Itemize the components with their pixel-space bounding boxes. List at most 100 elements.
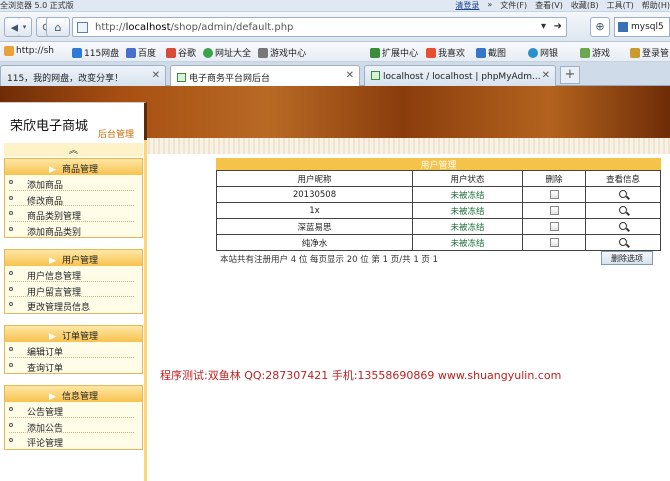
fav-extensions[interactable]: 扩展中心 — [370, 46, 418, 59]
menu-group-users: ▶ 用户管理 用户信息管理 用户留言管理 更改管理员信息 — [4, 249, 143, 314]
bank-icon — [528, 47, 538, 58]
bullet-icon — [9, 407, 13, 411]
fav-google[interactable]: 谷歌 — [166, 46, 196, 59]
fav-login-mgr[interactable]: 登录管 — [630, 46, 669, 59]
tab-115[interactable]: 115，我的网盘，改变分享！ ✕ — [0, 65, 166, 86]
fav-screenshot[interactable]: 截图 — [476, 46, 506, 59]
close-icon[interactable]: ✕ — [346, 70, 354, 81]
group-title[interactable]: ▶ 商品管理 — [5, 159, 142, 175]
fav-bank[interactable]: 网银 — [528, 46, 558, 59]
menu-add-category[interactable]: 添加商品类别 — [9, 222, 134, 238]
delete-checkbox[interactable] — [549, 237, 559, 247]
table-header-row: 用户昵称 用户状态 删除 查看信息 — [216, 170, 661, 187]
globe-icon — [203, 47, 213, 58]
triangle-right-icon: ▶ — [49, 256, 56, 266]
google-icon — [166, 47, 176, 58]
fav-game2[interactable]: 游戏 — [580, 46, 610, 59]
bullet-icon — [9, 347, 13, 351]
menu-login[interactable]: 清登录 — [455, 0, 479, 11]
menu-add-notice[interactable]: 添加公告 — [9, 418, 134, 434]
triangle-right-icon: ▶ — [49, 392, 56, 402]
search-input[interactable]: mysql5 — [614, 17, 670, 37]
cell-nick: 深蓝易思 — [216, 218, 413, 235]
heart-icon — [426, 47, 436, 58]
menu-add-goods[interactable]: 添加商品 — [9, 175, 134, 191]
cell-view — [585, 202, 661, 219]
close-icon[interactable]: ✕ — [152, 70, 160, 81]
magnifier-icon[interactable] — [619, 222, 627, 230]
menu-edit-orders[interactable]: 编辑订单 — [9, 342, 134, 358]
menu-notices[interactable]: 公告管理 — [9, 402, 134, 418]
new-tab-button[interactable]: + — [560, 66, 580, 84]
col-view: 查看信息 — [585, 170, 661, 187]
logo-title: 荣欣电子商城 — [10, 119, 89, 134]
magnifier-icon[interactable] — [619, 238, 627, 246]
table-row: 纯净水 未被冻结 — [216, 234, 661, 251]
menu-group-goods: ▶ 商品管理 添加商品 修改商品 商品类别管理 添加商品类别 — [4, 158, 143, 238]
menu-more[interactable]: » — [487, 0, 492, 11]
menu-edit-goods[interactable]: 修改商品 — [9, 191, 134, 207]
home-icon[interactable]: ⌂ — [46, 17, 70, 37]
cell-delete — [522, 218, 586, 235]
col-nick: 用户昵称 — [216, 170, 413, 187]
cell-status: 未被冻结 — [412, 186, 523, 203]
magnifier-icon[interactable] — [619, 206, 627, 214]
bullet-icon — [9, 286, 13, 291]
page-icon — [77, 22, 88, 33]
browser-menu: 清登录 » 文件(F) 查看(V) 收藏(B) 工具(T) 帮助(H) — [455, 0, 670, 11]
delete-checkbox[interactable] — [549, 205, 559, 215]
bullet-icon — [9, 422, 13, 427]
menu-tools[interactable]: 工具(T) — [607, 0, 634, 11]
group-title[interactable]: ▶ 用户管理 — [5, 250, 142, 266]
delete-checkbox[interactable] — [549, 189, 559, 199]
magnifier-icon[interactable] — [619, 190, 627, 198]
sidebar: ︽ ▶ 商品管理 添加商品 修改商品 商品类别管理 添加商品类别 ▶ 用户管理 用户… — [0, 140, 147, 481]
window-title: 全浏览器 5.0 正式版 — [0, 1, 74, 10]
address-dropdown-icon[interactable]: ▾ — [541, 21, 546, 32]
tab-admin[interactable]: 电子商务平台网后台 ✕ — [170, 65, 360, 87]
tab-phpmyadmin[interactable]: localhost / localhost | phpMyAdm... ✕ — [364, 65, 556, 86]
bullet-icon — [9, 271, 13, 275]
delete-checkbox[interactable] — [549, 221, 559, 231]
grid-icon — [580, 47, 590, 58]
pagination-text: 本站共有注册用户 4 位 每页显示 20 位 第 1 页/共 1 页 1 — [220, 255, 439, 265]
menu-user-messages[interactable]: 用户留言管理 — [9, 282, 134, 298]
menu-user-info[interactable]: 用户信息管理 — [9, 266, 134, 282]
shield-icon[interactable]: ⊕ — [590, 17, 610, 37]
menu-comments[interactable]: 评论管理 — [9, 433, 134, 449]
menu-favorites[interactable]: 收藏(B) — [571, 0, 599, 11]
go-icon[interactable]: ➜ — [554, 21, 562, 32]
logo-subtitle: 后台管理 — [98, 130, 135, 140]
fav-urls[interactable]: 网址大全 — [203, 46, 251, 59]
fav-baidu[interactable]: 百度 — [126, 46, 156, 59]
menu-view[interactable]: 查看(V) — [535, 0, 563, 11]
fav-http-sh[interactable]: http://sh — [4, 46, 54, 56]
bullet-icon — [9, 362, 13, 367]
group-title[interactable]: ▶ 订单管理 — [5, 326, 142, 342]
close-icon[interactable]: ✕ — [542, 70, 550, 81]
table-row: 1x 未被冻结 — [216, 202, 661, 219]
cell-view — [585, 186, 661, 203]
bullet-icon — [9, 180, 13, 184]
bullet-icon — [9, 438, 13, 442]
menu-goods-category[interactable]: 商品类别管理 — [9, 206, 134, 222]
fav-115[interactable]: 115网盘 — [72, 46, 119, 59]
address-text[interactable]: http://localhost/shop/admin/default.php — [95, 22, 293, 33]
delete-selected-button[interactable]: 删除选项 — [601, 251, 653, 265]
fav-games[interactable]: 游戏中心 — [258, 46, 306, 59]
back-dropdown-icon[interactable]: ▾ — [18, 17, 32, 37]
menu-query-orders[interactable]: 查询订单 — [9, 358, 134, 374]
fav-like[interactable]: 我喜欢 — [426, 46, 465, 59]
puzzle-icon — [370, 47, 380, 58]
menu-file[interactable]: 文件(F) — [500, 0, 527, 11]
bullet-icon — [9, 195, 13, 200]
group-title[interactable]: ▶ 信息管理 — [5, 386, 142, 402]
address-bar[interactable]: http://localhost/shop/admin/default.php … — [72, 17, 567, 37]
search-engine-icon — [618, 22, 628, 32]
cell-view — [585, 218, 661, 235]
key-icon — [630, 47, 640, 58]
menu-help[interactable]: 帮助(H) — [642, 0, 670, 11]
collapse-icon[interactable]: ︽ — [4, 143, 143, 157]
paw-icon — [126, 47, 136, 58]
menu-admin-info[interactable]: 更改管理员信息 — [9, 297, 134, 313]
